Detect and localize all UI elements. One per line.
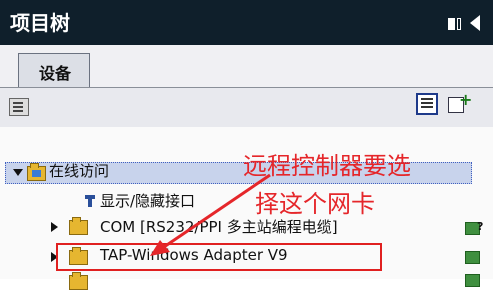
tree-item-show-hide[interactable]: 显示/隐藏接口: [100, 190, 195, 212]
tab-devices-label: 设备: [39, 64, 72, 83]
display-toggle-icon[interactable]: [448, 18, 461, 30]
folder-icon: [27, 163, 46, 181]
annotation-line-2: 择这个网卡: [255, 190, 375, 218]
pin-icon: [85, 195, 95, 207]
folder-icon: [69, 217, 88, 235]
tab-devices[interactable]: 设备: [18, 53, 90, 87]
tree-item-com[interactable]: COM [RS232/PPI 多主站编程电缆]: [100, 216, 338, 238]
expand-icon[interactable]: [13, 169, 23, 176]
tree-item-label: 在线访问: [49, 162, 110, 180]
network-status-icon: [465, 251, 480, 264]
panel-collapse-icon[interactable]: [470, 15, 480, 31]
network-status-icon: [465, 274, 480, 287]
network-status-icon: [465, 220, 483, 235]
project-tree-header: 项目树: [0, 0, 493, 45]
tree-toolbar: +: [0, 87, 493, 128]
view-icon[interactable]: [416, 93, 438, 115]
panel-title: 项目树: [10, 11, 70, 35]
annotation-line-1: 远程控制器要选: [243, 152, 411, 180]
device-overview-icon[interactable]: [9, 98, 29, 116]
add-device-icon[interactable]: +: [448, 92, 472, 115]
folder-icon: [69, 272, 88, 290]
highlight-box: [56, 243, 382, 271]
expand-icon[interactable]: [51, 222, 58, 232]
